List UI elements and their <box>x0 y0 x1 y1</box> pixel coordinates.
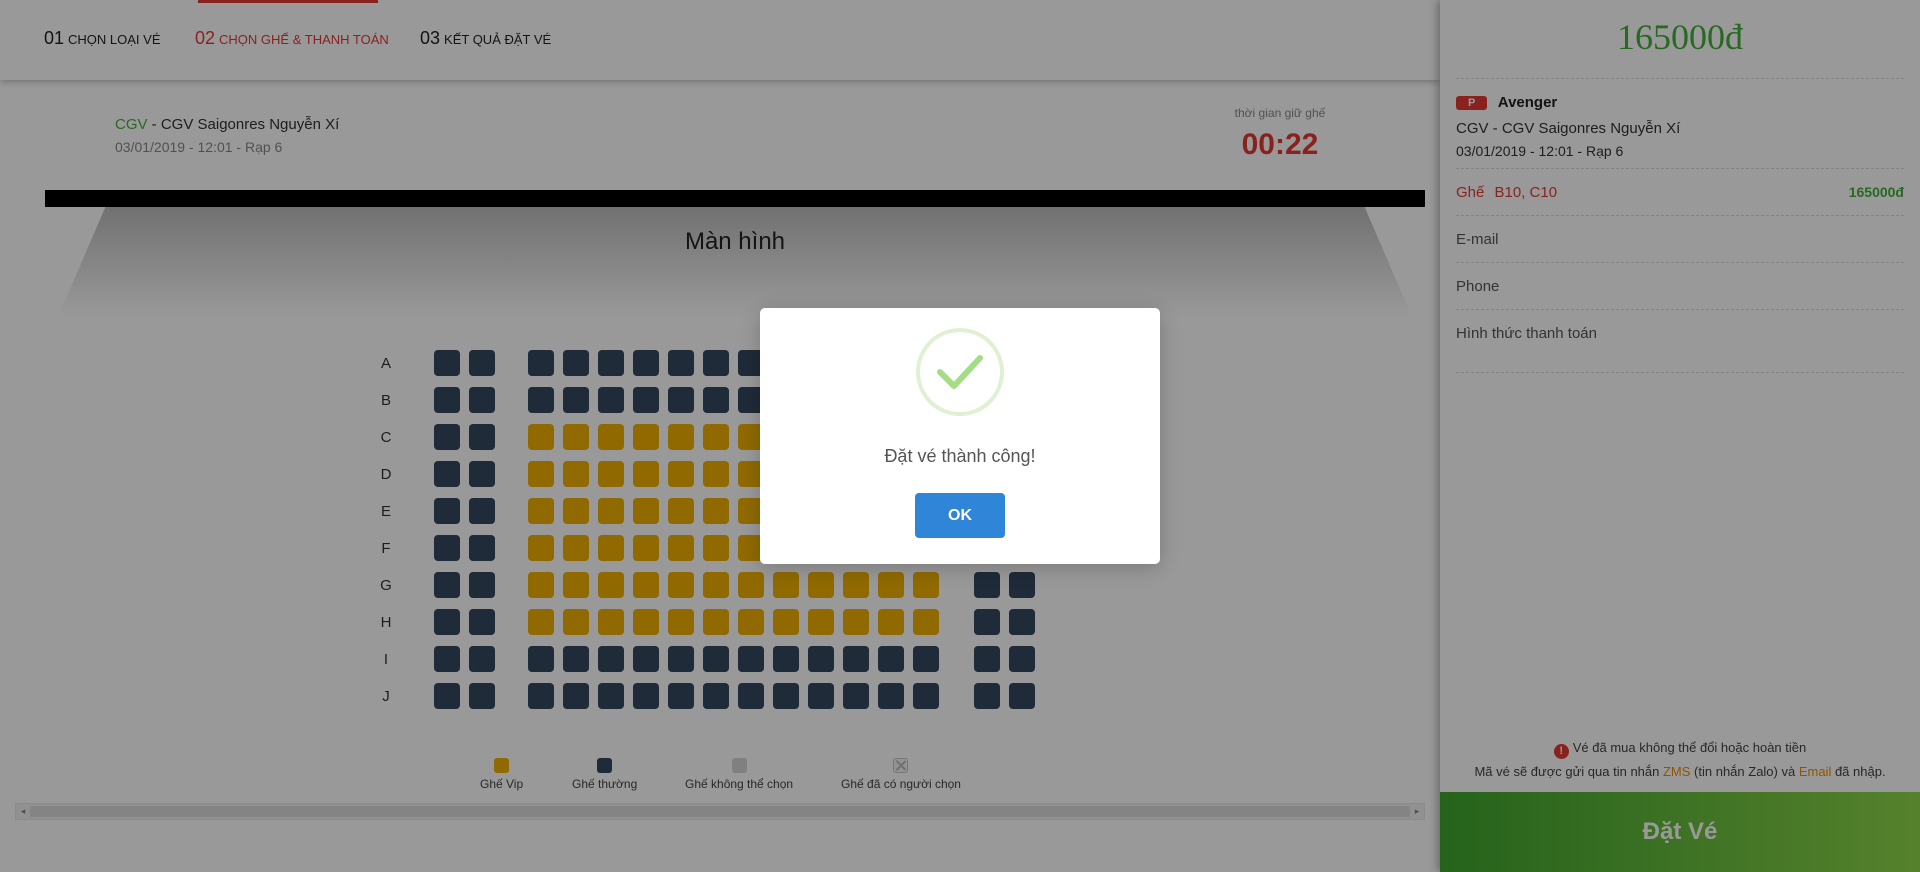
success-check-icon <box>916 328 1004 416</box>
ok-button[interactable]: OK <box>915 493 1005 538</box>
success-message: Đặt vé thành công! <box>884 446 1036 466</box>
success-dialog: Đặt vé thành công! OK <box>760 308 1160 564</box>
